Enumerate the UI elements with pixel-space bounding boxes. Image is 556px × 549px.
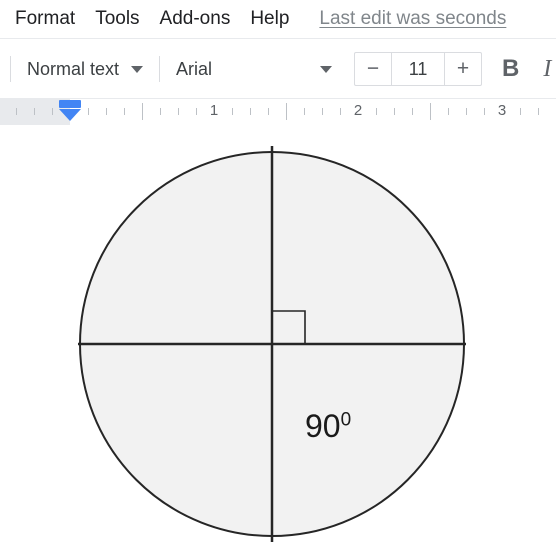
menu-item-tools[interactable]: Tools xyxy=(85,0,149,38)
ruler-tick xyxy=(340,108,341,115)
left-indent-marker[interactable] xyxy=(59,100,81,121)
ruler-tick xyxy=(376,108,377,115)
ruler-tick xyxy=(412,108,413,115)
font-size-decrease-button[interactable]: − xyxy=(355,53,391,85)
ruler-tick xyxy=(196,108,197,115)
angle-degree-superscript: 0 xyxy=(340,409,352,431)
formatting-toolbar: Normal text Arial − 11 + B I xyxy=(0,38,556,99)
font-family-label: Arial xyxy=(176,58,213,79)
ruler-tick xyxy=(88,108,89,115)
ruler-tick xyxy=(178,108,179,115)
menu-item-add-ons[interactable]: Add-ons xyxy=(150,0,241,38)
ruler[interactable]: 1 2 3 xyxy=(0,98,556,126)
indent-bar-icon xyxy=(59,100,81,108)
angle-value: 90 xyxy=(305,408,341,444)
last-edit-status[interactable]: Last edit was seconds xyxy=(319,0,506,38)
ruler-tick xyxy=(430,103,431,120)
document-canvas[interactable]: 900 xyxy=(0,125,556,549)
ruler-tick xyxy=(142,103,143,120)
ruler-tick xyxy=(538,108,539,115)
ruler-tick xyxy=(232,108,233,115)
ruler-tick xyxy=(52,108,53,115)
ruler-tick xyxy=(484,108,485,115)
ruler-tick xyxy=(448,108,449,115)
menu-item-format[interactable]: Format xyxy=(5,0,85,38)
font-size-input[interactable]: 11 xyxy=(391,53,446,85)
toolbar-divider-left xyxy=(10,56,11,82)
ruler-tick xyxy=(520,108,521,115)
ruler-tick xyxy=(304,108,305,115)
bold-button[interactable]: B xyxy=(502,57,519,81)
angle-label: 900 xyxy=(305,410,351,442)
circle-quadrant-diagram[interactable] xyxy=(0,125,556,549)
ruler-tick xyxy=(16,108,17,115)
ruler-number: 1 xyxy=(209,102,219,119)
ruler-tick xyxy=(394,108,395,115)
paragraph-style-dropdown[interactable]: Normal text xyxy=(21,52,149,86)
ruler-tick xyxy=(124,108,125,115)
font-size-increase-button[interactable]: + xyxy=(445,53,481,85)
ruler-tick xyxy=(322,108,323,115)
chevron-down-icon xyxy=(320,65,333,73)
paragraph-style-label: Normal text xyxy=(27,58,120,79)
indent-triangle-icon xyxy=(59,109,81,121)
ruler-tick xyxy=(268,108,269,115)
ruler-tick xyxy=(106,108,107,115)
ruler-tick xyxy=(286,103,287,120)
ruler-tick xyxy=(250,108,251,115)
ruler-tick xyxy=(160,108,161,115)
menu-item-help[interactable]: Help xyxy=(240,0,299,38)
italic-button[interactable]: I xyxy=(543,57,551,81)
font-size-stepper: − 11 + xyxy=(354,52,483,86)
ruler-number: 3 xyxy=(497,102,507,119)
ruler-tick xyxy=(34,108,35,115)
menu-bar: Format Tools Add-ons Help Last edit was … xyxy=(0,0,556,38)
ruler-number: 2 xyxy=(353,102,363,119)
font-family-dropdown[interactable]: Arial xyxy=(170,52,338,86)
ruler-tick xyxy=(466,108,467,115)
chevron-down-icon xyxy=(131,65,144,73)
toolbar-divider-style-font xyxy=(159,56,161,82)
